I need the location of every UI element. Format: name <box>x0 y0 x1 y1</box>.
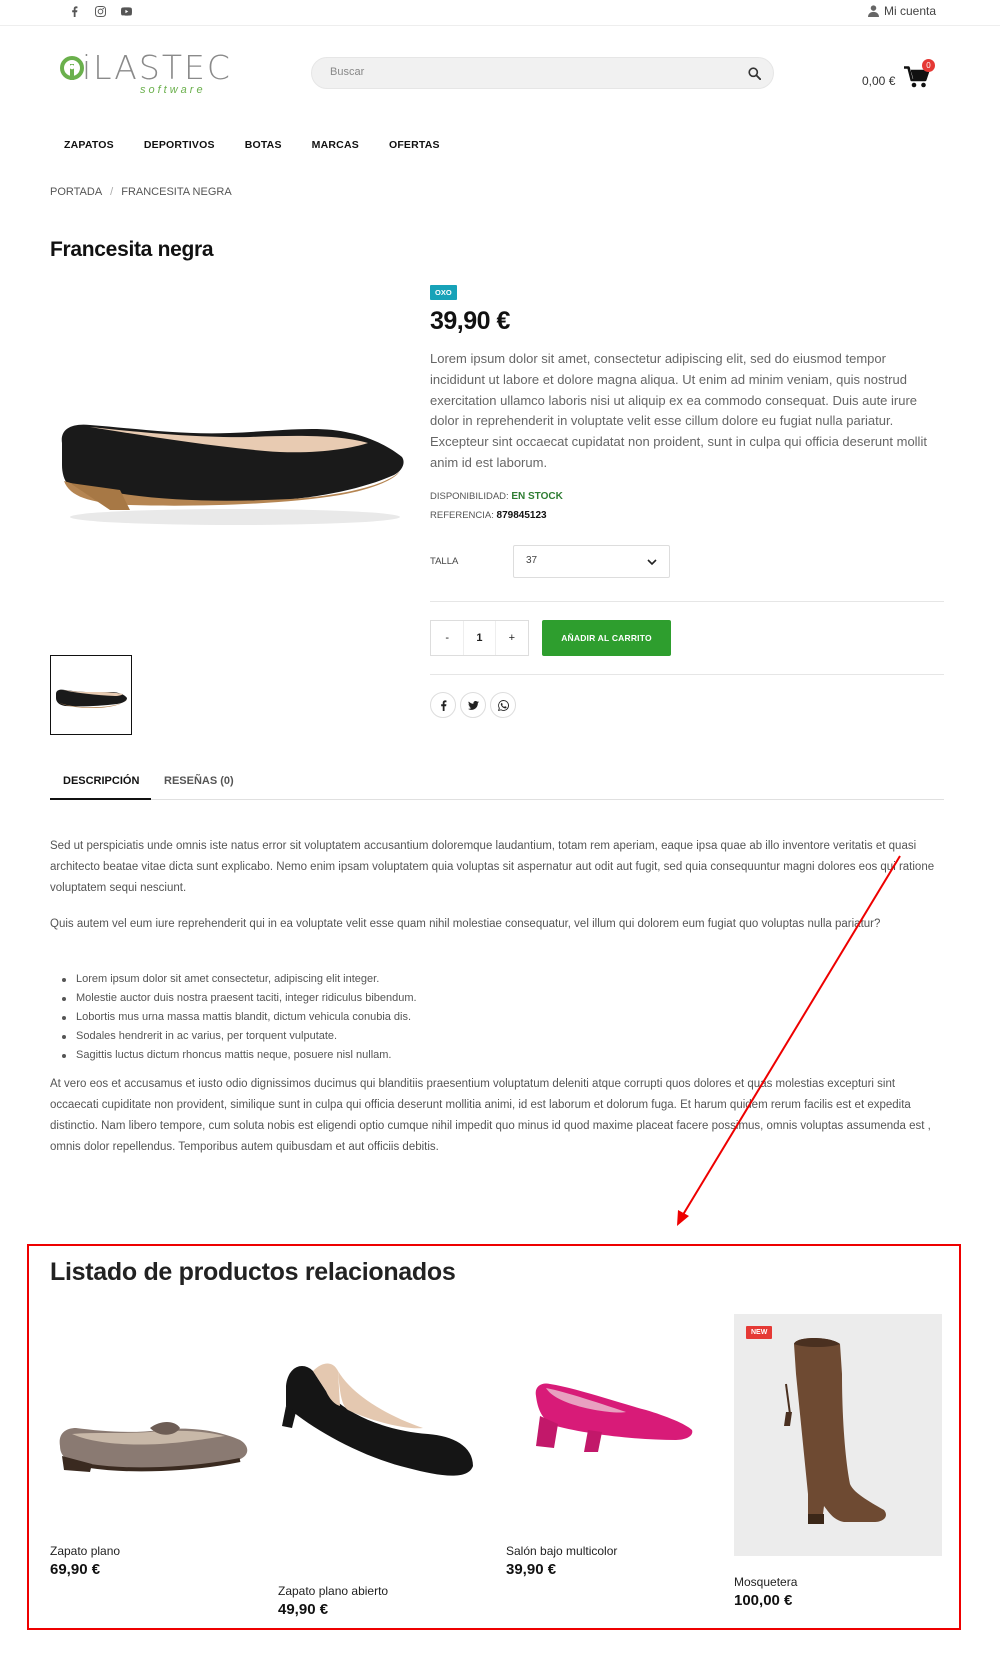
product-card[interactable]: Zapato plano abierto 49,90 € <box>278 1316 483 1618</box>
breadcrumb-home[interactable]: PORTADA <box>50 186 102 198</box>
product-card-price: 69,90 € <box>50 1561 101 1578</box>
search-bar <box>311 57 774 89</box>
list-item: Molestie auctor duis nostra praesent tac… <box>50 989 944 1008</box>
product-image <box>535 1383 693 1452</box>
reference-label: REFERENCIA: <box>430 510 494 521</box>
logo-text: iLASTEC <box>82 48 232 87</box>
product-main-image[interactable] <box>50 285 410 625</box>
instagram-icon[interactable] <box>94 5 106 17</box>
product-price: 39,90 € <box>430 307 510 335</box>
main-nav: ZAPATOS DEPORTIVOS BOTAS MARCAS OFERTAS <box>64 139 470 151</box>
account-label: Mi cuenta <box>883 4 936 18</box>
chevron-down-icon <box>647 559 657 566</box>
nav-item-marcas[interactable]: MARCAS <box>312 139 359 151</box>
qty-decrease-button[interactable]: - <box>431 621 463 655</box>
qty-increase-button[interactable]: + <box>496 621 528 655</box>
cart-widget[interactable]: 0,00 € 0 <box>862 59 942 90</box>
search-icon[interactable] <box>748 67 761 80</box>
product-card[interactable]: Zapato plano 69,90 € <box>50 1316 255 1578</box>
share-facebook-icon[interactable] <box>430 692 456 718</box>
social-links <box>68 5 132 17</box>
logo-mark-icon <box>60 56 84 80</box>
user-icon <box>867 5 879 17</box>
reference-row: REFERENCIA: 879845123 <box>430 510 547 521</box>
description-paragraph-3: At vero eos et accusamus et iusto odio d… <box>50 1078 931 1153</box>
share-whatsapp-icon[interactable] <box>490 692 516 718</box>
product-card-name[interactable]: Zapato plano abierto <box>278 1584 388 1598</box>
cart-count-badge: 0 <box>922 59 935 72</box>
product-card-name[interactable]: Mosquetera <box>734 1575 797 1589</box>
account-link[interactable]: Mi cuenta <box>867 4 936 18</box>
product-card-name[interactable]: Zapato plano <box>50 1544 120 1558</box>
facebook-icon[interactable] <box>68 5 80 17</box>
qty-input[interactable]: 1 <box>463 621 496 655</box>
divider <box>430 674 944 675</box>
cart-total: 0,00 € <box>862 74 896 88</box>
product-image <box>734 1314 942 1556</box>
list-item: Lobortis mus urna massa mattis blandit, … <box>50 1008 944 1027</box>
breadcrumb-current: FRANCESITA NEGRA <box>121 186 232 198</box>
product-title: Francesita negra <box>50 238 214 261</box>
breadcrumb-separator: / <box>110 186 114 198</box>
share-buttons <box>430 692 516 718</box>
reference-value: 879845123 <box>496 510 547 521</box>
description-paragraph-1: Sed ut perspiciatis unde omnis iste natu… <box>50 840 935 894</box>
size-select-value: 37 <box>526 555 538 566</box>
nav-item-zapatos[interactable]: ZAPATOS <box>64 139 114 151</box>
availability-label: DISPONIBILIDAD: <box>430 491 509 502</box>
description-list: Lorem ipsum dolor sit amet consectetur, … <box>50 970 944 1065</box>
product-short-description: Lorem ipsum dolor sit amet, consectetur … <box>430 351 927 470</box>
search-input[interactable] <box>330 66 730 78</box>
product-tabs: DESCRIPCIÓN RESEÑAS (0) <box>50 770 944 800</box>
nav-item-ofertas[interactable]: OFERTAS <box>389 139 440 151</box>
list-item: Lorem ipsum dolor sit amet consectetur, … <box>50 970 944 989</box>
youtube-icon[interactable] <box>120 5 132 17</box>
product-card-price: 100,00 € <box>734 1592 793 1609</box>
active-tab-indicator <box>50 798 151 800</box>
tab-reviews[interactable]: RESEÑAS (0) <box>164 775 234 787</box>
product-card[interactable]: NEW Mosquetera 100,00 € <box>734 1314 942 1609</box>
availability-value: EN STOCK <box>511 491 563 502</box>
add-to-cart-button[interactable]: AÑADIR AL CARRITO <box>542 620 671 656</box>
size-select[interactable]: 37 <box>513 545 670 578</box>
product-card-name[interactable]: Salón bajo multicolor <box>506 1544 617 1558</box>
product-card[interactable]: Salón bajo multicolor 39,90 € <box>506 1316 711 1578</box>
quantity-stepper: - 1 + <box>430 620 529 656</box>
share-twitter-icon[interactable] <box>460 692 486 718</box>
logo-subtitle: software <box>140 84 206 96</box>
nav-item-botas[interactable]: BOTAS <box>245 139 282 151</box>
availability-row: DISPONIBILIDAD: EN STOCK <box>430 491 563 502</box>
divider <box>430 601 944 602</box>
tab-description[interactable]: DESCRIPCIÓN <box>63 775 139 787</box>
description-paragraph-2: Quis autem vel eum iure reprehenderit qu… <box>50 918 881 930</box>
list-item: Sodales hendrerit in ac varius, per torq… <box>50 1027 944 1046</box>
new-badge: NEW <box>746 1326 773 1339</box>
site-logo[interactable]: iLASTEC software <box>60 48 270 100</box>
breadcrumb: PORTADA / FRANCESITA NEGRA <box>50 186 232 198</box>
related-products-title: Listado de productos relacionados <box>50 1258 456 1286</box>
list-item: Sagittis luctus dictum rhoncus mattis ne… <box>50 1046 944 1065</box>
product-card-price: 39,90 € <box>506 1561 557 1578</box>
product-card-price: 49,90 € <box>278 1601 329 1618</box>
product-image <box>282 1363 473 1476</box>
top-bar: Mi cuenta <box>0 0 1000 26</box>
product-image <box>59 1422 248 1472</box>
product-thumbnail[interactable] <box>50 655 132 735</box>
brand-tag[interactable]: OXO <box>430 285 457 300</box>
nav-item-deportivos[interactable]: DEPORTIVOS <box>144 139 215 151</box>
size-label: TALLA <box>430 556 459 567</box>
